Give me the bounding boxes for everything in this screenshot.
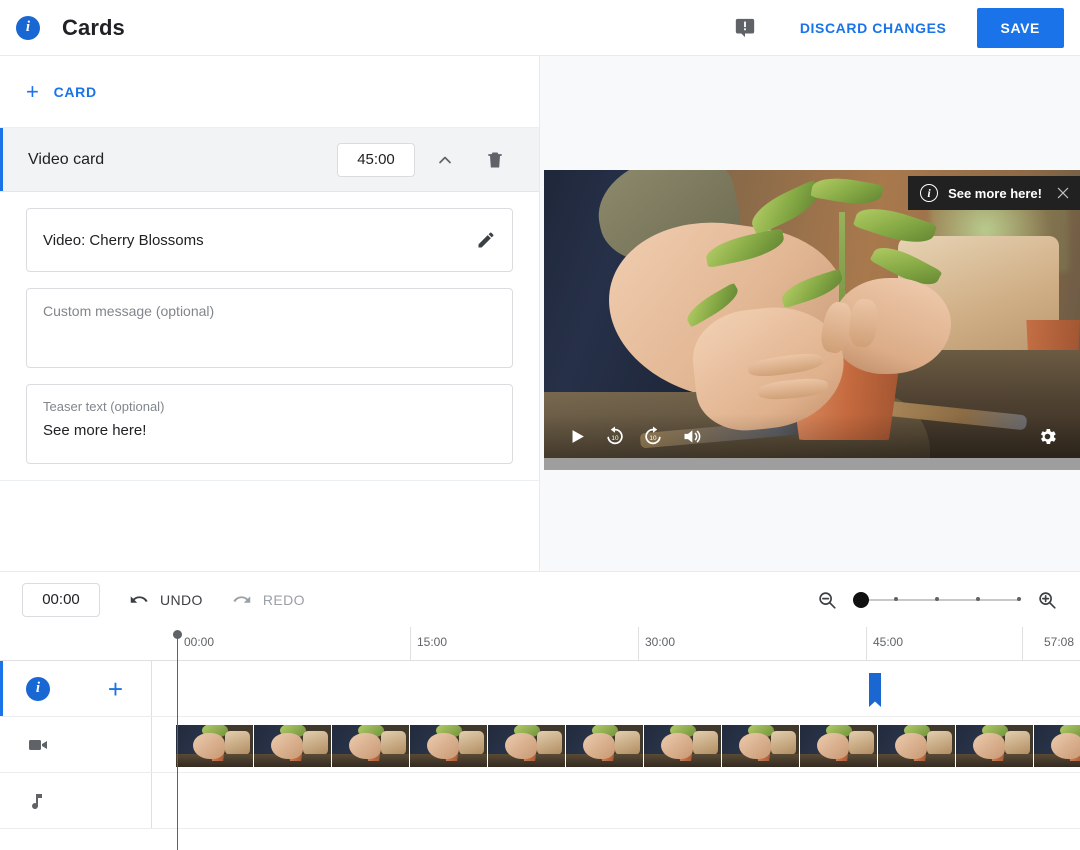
- video-track-header: [0, 717, 152, 772]
- current-time-field[interactable]: 00:00: [22, 582, 100, 617]
- card-header-controls: 45:00: [337, 140, 539, 180]
- track-selected-accent: [0, 661, 3, 716]
- video-select-field[interactable]: Video: Cherry Blossoms: [26, 208, 513, 272]
- playhead-line-tracks: [177, 661, 178, 850]
- video-camera-icon: [26, 733, 50, 757]
- video-filmstrip[interactable]: [176, 725, 1080, 767]
- undo-label: UNDO: [160, 591, 203, 608]
- video-field-value: Video: Cherry Blossoms: [43, 231, 204, 249]
- teaser-text-value: See more here!: [43, 422, 147, 439]
- music-note-icon: [26, 789, 50, 813]
- add-card-row: + CARD: [0, 56, 539, 128]
- teaser-tooltip-text: See more here!: [948, 185, 1042, 201]
- add-card-button[interactable]: + CARD: [22, 75, 101, 109]
- zoom-slider-thumb[interactable]: [853, 591, 869, 608]
- page-title: Cards: [62, 14, 125, 40]
- redo-label: REDO: [262, 591, 305, 608]
- redo-button[interactable]: REDO: [231, 589, 305, 611]
- teaser-text-field[interactable]: Teaser text (optional) See more here!: [26, 384, 513, 464]
- audio-track-header: [0, 773, 152, 828]
- video-preview-panel: i See more here! 10 10: [540, 56, 1080, 571]
- volume-icon[interactable]: [672, 417, 710, 455]
- card-delete-button[interactable]: [475, 140, 515, 180]
- ruler-mark: 15:00: [410, 627, 447, 661]
- redo-icon: [231, 589, 253, 611]
- video-scrubber[interactable]: [544, 458, 1080, 470]
- video-track-lane[interactable]: [152, 717, 1080, 772]
- discard-changes-button[interactable]: DISCARD CHANGES: [792, 12, 955, 44]
- timeline-tracks: i +: [0, 661, 1080, 850]
- cards-track-header: i +: [0, 661, 152, 716]
- info-circle-icon: i: [920, 184, 939, 202]
- card-title: Video card: [28, 150, 105, 168]
- play-icon[interactable]: [558, 417, 596, 455]
- ruler-lane: 00:00 15:00 30:00 45:00 57:08: [152, 627, 1080, 661]
- card-selected-accent: [0, 128, 3, 191]
- replay-10-icon[interactable]: 10: [596, 417, 634, 455]
- zoom-controls: [816, 589, 1058, 611]
- card-body: Video: Cherry Blossoms Custom message (o…: [0, 192, 539, 464]
- timeline-ruler[interactable]: 00:00 15:00 30:00 45:00 57:08: [0, 627, 1080, 661]
- svg-text:10: 10: [649, 435, 657, 442]
- zoom-in-icon[interactable]: [1036, 589, 1058, 611]
- cards-track[interactable]: i +: [0, 661, 1080, 717]
- card-marker[interactable]: [869, 673, 881, 707]
- card-header-row[interactable]: Video card 45:00: [0, 128, 539, 192]
- pencil-icon[interactable]: [476, 230, 496, 250]
- timeline-toolbar: 00:00 UNDO REDO: [0, 571, 1080, 627]
- app-header: i Cards DISCARD CHANGES SAVE: [0, 0, 1080, 56]
- panel-empty-space: [0, 480, 539, 570]
- add-card-label: CARD: [53, 83, 97, 100]
- ruler-mark: 30:00: [638, 627, 675, 661]
- playhead-knob[interactable]: [173, 630, 182, 639]
- teaser-text-label: Teaser text (optional): [43, 399, 165, 414]
- undo-icon: [128, 589, 150, 611]
- save-button[interactable]: SAVE: [976, 7, 1064, 48]
- card-collapse-button[interactable]: [425, 140, 465, 180]
- custom-message-field[interactable]: Custom message (optional): [26, 288, 513, 368]
- timeline-duration-label: 57:08: [1043, 635, 1074, 649]
- audio-track-lane[interactable]: [152, 773, 1080, 828]
- card-time-input[interactable]: 45:00: [337, 142, 415, 177]
- video-player[interactable]: i See more here! 10 10: [544, 170, 1080, 470]
- info-icon: i: [16, 15, 40, 40]
- add-card-plus-icon[interactable]: +: [108, 676, 123, 702]
- plus-icon: +: [26, 78, 40, 104]
- info-icon: i: [26, 676, 50, 701]
- header-actions: DISCARD CHANGES SAVE: [734, 7, 1080, 48]
- svg-text:10: 10: [611, 435, 619, 442]
- cards-editor-panel: + CARD Video card 45:00 Video: Cherry Bl…: [0, 56, 540, 571]
- close-icon[interactable]: [1052, 182, 1074, 204]
- playhead-line-ruler: [177, 637, 178, 661]
- zoom-slider[interactable]: [853, 591, 1021, 608]
- player-controls: 10 10: [544, 414, 1080, 458]
- undo-button[interactable]: UNDO: [128, 589, 203, 611]
- custom-message-placeholder: Custom message (optional): [43, 303, 215, 319]
- feedback-icon[interactable]: [734, 17, 756, 39]
- forward-10-icon[interactable]: 10: [634, 417, 672, 455]
- cards-track-lane[interactable]: [152, 661, 1080, 716]
- zoom-out-icon[interactable]: [816, 589, 838, 611]
- teaser-tooltip[interactable]: i See more here!: [908, 176, 1080, 210]
- ruler-mark: 00:00: [184, 635, 215, 649]
- video-track[interactable]: [0, 717, 1080, 773]
- gear-icon[interactable]: [1028, 417, 1066, 455]
- ruler-mark: 45:00: [866, 627, 903, 661]
- audio-track[interactable]: [0, 773, 1080, 829]
